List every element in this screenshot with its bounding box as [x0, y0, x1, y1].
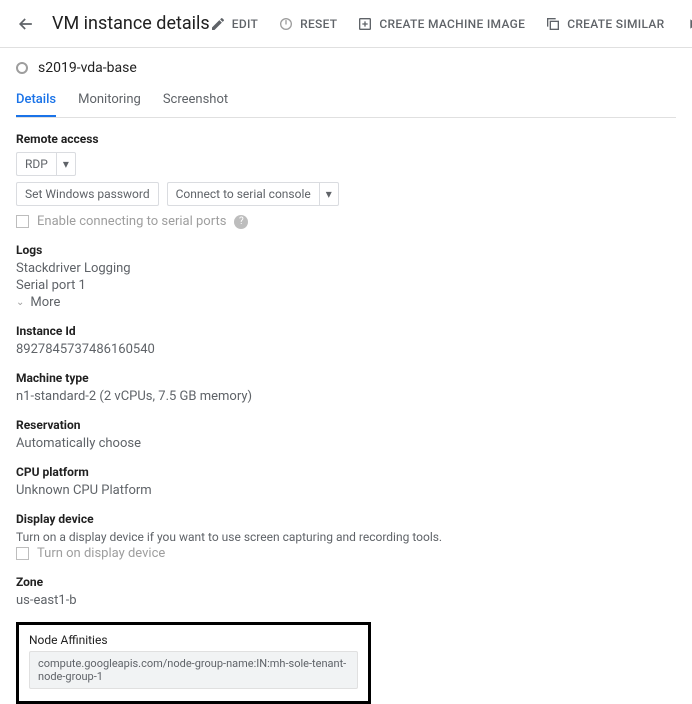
stackdriver-link[interactable]: Stackdriver Logging: [16, 261, 676, 276]
status-icon: [16, 62, 28, 74]
create-similar-label: CREATE SIMILAR: [567, 17, 664, 31]
logs-section: Logs Stackdriver Logging Serial port 1 ⌄…: [16, 243, 676, 310]
reservation-value: Automatically choose: [16, 436, 676, 451]
display-device-toggle-row: Turn on display device: [16, 546, 676, 561]
reset-button[interactable]: RESET: [278, 16, 337, 32]
reservation-section: Reservation Automatically choose: [16, 418, 676, 451]
cpu-platform-value: Unknown CPU Platform: [16, 483, 676, 498]
edit-button[interactable]: EDIT: [210, 16, 258, 32]
node-affinities-section: Node Affinities compute.googleapis.com/n…: [16, 622, 371, 704]
display-device-section: Display device Turn on a display device …: [16, 512, 676, 561]
more-label: More: [30, 295, 60, 310]
zone-value: us-east1-b: [16, 593, 676, 608]
back-button[interactable]: [16, 12, 36, 36]
start-button[interactable]: STA: [685, 16, 692, 32]
zone-section: Zone us-east1-b: [16, 575, 676, 608]
instance-name: s2019-vda-base: [38, 60, 137, 76]
serial-console-dropdown[interactable]: ▾: [319, 182, 339, 206]
rdp-dropdown[interactable]: ▾: [56, 152, 76, 176]
tab-details[interactable]: Details: [16, 86, 56, 117]
enable-serial-label: Enable connecting to serial ports: [37, 214, 226, 229]
machine-type-value: n1-standard-2 (2 vCPUs, 7.5 GB memory): [16, 389, 676, 404]
disk-plus-icon: [357, 16, 373, 32]
machine-type-label: Machine type: [16, 371, 676, 385]
enable-serial-checkbox[interactable]: [16, 215, 29, 228]
enable-serial-row: Enable connecting to serial ports ?: [16, 214, 676, 229]
page-header: VM instance details EDIT RESET CREATE MA…: [0, 0, 692, 48]
instance-id-section: Instance Id 8927845737486160540: [16, 324, 676, 357]
serial-port-link[interactable]: Serial port 1: [16, 278, 676, 293]
serial-console-label[interactable]: Connect to serial console: [167, 182, 319, 206]
create-image-label: CREATE MACHINE IMAGE: [379, 17, 525, 31]
display-device-desc: Turn on a display device if you want to …: [16, 530, 676, 544]
header-actions: EDIT RESET CREATE MACHINE IMAGE CREATE S…: [210, 16, 692, 32]
reservation-label: Reservation: [16, 418, 676, 432]
node-affinities-value: compute.googleapis.com/node-group-name:I…: [29, 651, 358, 689]
rdp-button[interactable]: RDP ▾: [16, 152, 76, 176]
display-device-toggle-label: Turn on display device: [37, 546, 165, 561]
tabs: Details Monitoring Screenshot: [16, 86, 676, 118]
tab-screenshot[interactable]: Screenshot: [163, 86, 228, 117]
help-icon[interactable]: ?: [234, 215, 248, 229]
remote-access-label: Remote access: [16, 132, 676, 146]
pencil-icon: [210, 16, 226, 32]
edit-label: EDIT: [232, 17, 258, 31]
node-affinities-label: Node Affinities: [29, 633, 358, 647]
instance-header: s2019-vda-base: [16, 60, 676, 76]
serial-console-button[interactable]: Connect to serial console ▾: [167, 182, 339, 206]
caret-down-icon: ▾: [63, 157, 69, 171]
more-expand[interactable]: ⌄ More: [16, 295, 676, 310]
tab-monitoring[interactable]: Monitoring: [78, 86, 141, 117]
copy-icon: [545, 16, 561, 32]
content-area: s2019-vda-base Details Monitoring Screen…: [0, 48, 692, 704]
arrow-left-icon: [16, 14, 36, 34]
cpu-platform-section: CPU platform Unknown CPU Platform: [16, 465, 676, 498]
instance-id-label: Instance Id: [16, 324, 676, 338]
chevron-down-icon: ⌄: [16, 297, 24, 308]
set-windows-password-button[interactable]: Set Windows password: [16, 182, 159, 206]
create-similar-button[interactable]: CREATE SIMILAR: [545, 16, 664, 32]
cpu-platform-label: CPU platform: [16, 465, 676, 479]
machine-type-section: Machine type n1-standard-2 (2 vCPUs, 7.5…: [16, 371, 676, 404]
reset-icon: [278, 16, 294, 32]
caret-down-icon: ▾: [326, 187, 332, 201]
logs-label: Logs: [16, 243, 676, 257]
instance-id-value: 8927845737486160540: [16, 342, 676, 357]
display-device-label: Display device: [16, 512, 676, 526]
page-title: VM instance details: [52, 13, 210, 34]
zone-label: Zone: [16, 575, 676, 589]
create-image-button[interactable]: CREATE MACHINE IMAGE: [357, 16, 525, 32]
play-icon: [685, 16, 692, 32]
rdp-label[interactable]: RDP: [16, 152, 56, 176]
remote-access-section: Remote access RDP ▾ Set Windows password…: [16, 132, 676, 229]
reset-label: RESET: [300, 17, 337, 31]
